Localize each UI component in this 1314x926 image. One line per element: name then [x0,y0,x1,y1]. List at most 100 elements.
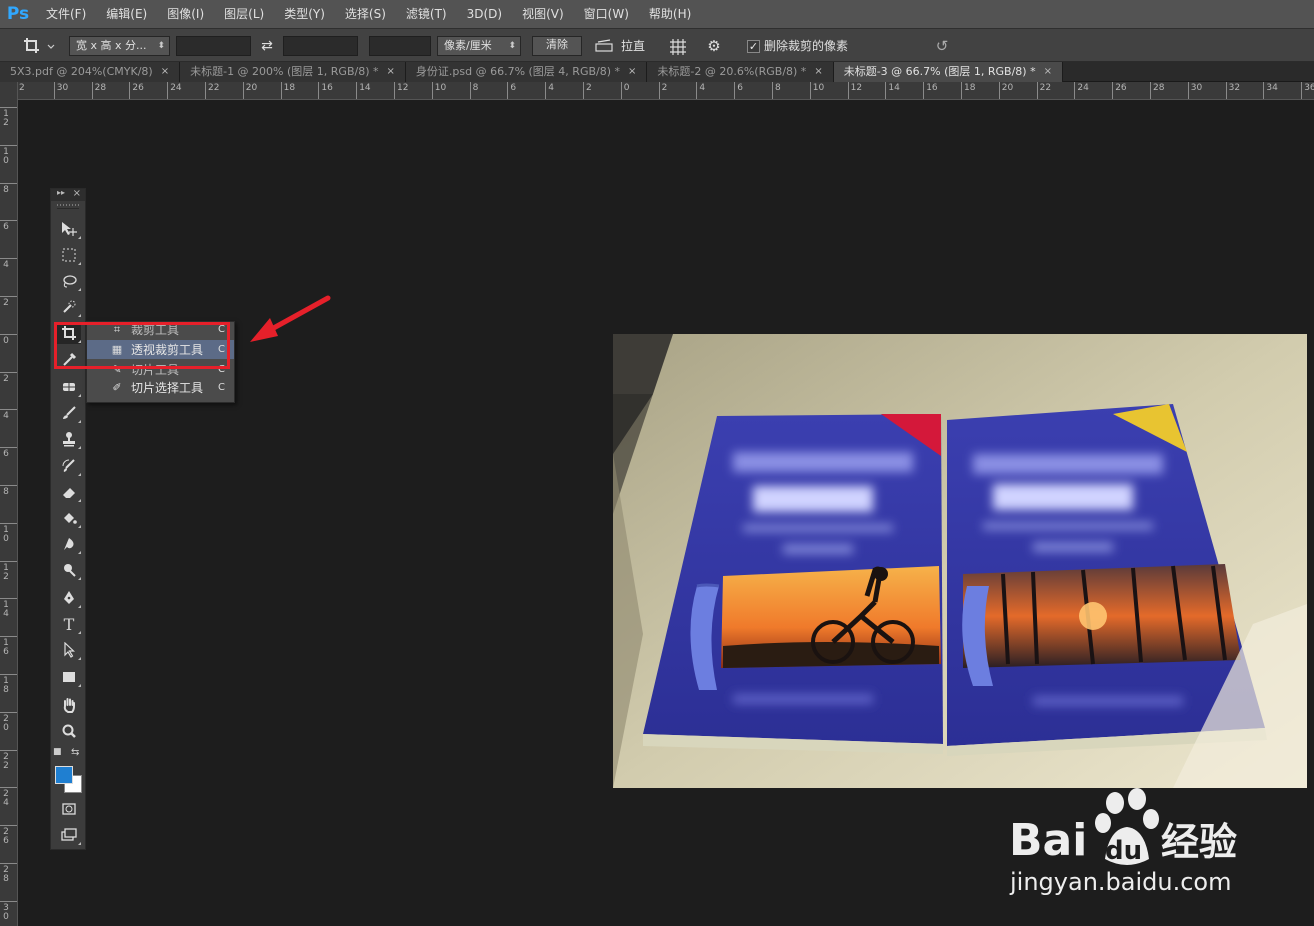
photoshop-logo: Ps [6,4,30,24]
ruler-tick-label: 16 [923,82,938,99]
straighten-icon[interactable] [593,36,615,56]
eraser-tool-icon[interactable] [57,481,81,503]
height-field[interactable] [283,36,358,56]
overlay-grid-icon[interactable] [667,36,689,56]
ruler-tick-label: 6 [507,82,517,99]
menu-file[interactable]: 文件(F) [36,0,96,28]
ruler-tick-label: 24 [167,82,182,99]
tab-5x3-pdf[interactable]: 5X3.pdf @ 204%(CMYK/8) × [0,62,181,82]
tab-untitled-2[interactable]: 未标题-2 @ 20.6%(RGB/8) * × [647,62,834,82]
healing-brush-tool-icon[interactable] [57,376,81,398]
menu-help[interactable]: 帮助(H) [639,0,701,28]
ruler-tick-label: 4 [696,82,706,99]
width-field[interactable] [176,36,251,56]
history-brush-tool-icon[interactable] [57,455,81,477]
flyout-item-slice-select[interactable]: ✐ 切片选择工具 C [87,378,234,397]
ruler-tick-label: 30 [0,900,17,922]
swap-colors-icon[interactable]: ⇆ [71,747,79,758]
menu-3d[interactable]: 3D(D) [457,0,512,28]
ruler-tick-label: 26 [1112,82,1127,99]
ruler-tick-label: 24 [1074,82,1089,99]
hand-tool-icon[interactable] [57,694,81,716]
paint-bucket-tool-icon[interactable] [57,507,81,529]
ruler-tick-label: 12 [0,107,17,128]
aspect-ratio-select[interactable]: 宽 x 高 x 分... [69,36,170,56]
path-selection-tool-icon[interactable] [57,639,81,661]
ruler-tick-label: 6 [734,82,743,99]
dodge-tool-icon[interactable] [57,559,81,581]
quick-mask-icon[interactable] [57,798,81,820]
menu-edit[interactable]: 编辑(E) [96,0,157,28]
clone-stamp-tool-icon[interactable] [57,428,81,450]
tab-label: 5X3.pdf @ 204%(CMYK/8) [10,65,153,78]
ruler-tick-label: 24 [0,787,17,809]
menu-image[interactable]: 图像(I) [157,0,214,28]
ruler-tick-label: 18 [280,82,296,99]
ruler-tick-label: 0 [620,82,630,99]
tab-close-icon[interactable]: × [1044,62,1052,82]
tab-label: 未标题-3 @ 66.7% (图层 1, RGB/8) * [843,65,1036,78]
menu-layer[interactable]: 图层(L) [214,0,274,28]
zoom-tool-icon[interactable] [57,720,81,742]
swap-dimensions-icon[interactable]: ⇄ [257,36,277,56]
tab-untitled-1[interactable]: 未标题-1 @ 200% (图层 1, RGB/8) * × [180,62,406,82]
move-tool-icon[interactable] [57,218,81,240]
tab-close-icon[interactable]: × [628,62,636,82]
options-bar: 宽 x 高 x 分... ⇄ 像素/厘米 清除 拉直 ⚙ ✓ 删除裁剪的像素 ↺ [0,28,1314,62]
horizontal-ruler[interactable]: 2 30 28 26 24 22 20 18 16 14 12 10 8 6 4 2 0 2 4 6 8 10 12 14 16… [18,82,1314,100]
menu-type[interactable]: 类型(Y) [274,0,335,28]
menu-filter[interactable]: 滤镜(T) [396,0,457,28]
settings-gear-icon[interactable]: ⚙ [703,36,725,56]
resolution-field[interactable] [369,36,431,56]
rectangle-tool-icon[interactable] [57,666,81,688]
crop-tool-preset-icon[interactable] [22,36,62,56]
panel-grip[interactable] [57,201,79,209]
ruler-tick-label: 8 [469,82,479,99]
tab-label: 未标题-2 @ 20.6%(RGB/8) * [657,65,807,78]
type-tool-icon[interactable]: T [57,613,81,635]
screen-mode-icon[interactable] [57,824,81,846]
shortcut-key: C [218,382,225,393]
ruler-tick-label: 18 [960,82,976,99]
default-colors-icon[interactable]: ■ [53,747,62,757]
ruler-tick-label: 8 [0,485,17,497]
ruler-tick-label: 28 [1149,82,1165,99]
annotation-highlight-box [54,322,230,369]
marquee-tool-icon[interactable] [57,244,81,266]
foreground-color-swatch[interactable] [55,766,73,784]
collapse-icon[interactable]: ▸▸ [57,188,65,197]
ruler-tick-label: 10 [431,82,447,99]
clear-button[interactable]: 清除 [532,36,582,56]
books-photo [613,334,1307,788]
close-icon[interactable]: × [73,188,81,199]
tab-close-icon[interactable]: × [161,62,169,82]
quick-selection-tool-icon[interactable] [57,296,81,318]
ruler-tick-label: 22 [1036,82,1052,99]
ruler-tick-label: 4 [0,258,17,271]
lasso-tool-icon[interactable] [57,270,81,292]
brush-tool-icon[interactable] [57,402,81,424]
pen-tool-icon[interactable] [57,587,81,609]
blur-tool-icon[interactable] [57,533,81,555]
ruler-tick-label: 20 [242,82,258,99]
menu-view[interactable]: 视图(V) [512,0,574,28]
ruler-tick-label: 28 [0,863,17,884]
resolution-unit-select[interactable]: 像素/厘米 [437,36,521,56]
menu-window[interactable]: 窗口(W) [574,0,639,28]
ruler-tick-label: 16 [318,82,333,99]
delete-pixels-checkbox[interactable]: ✓ [747,40,760,53]
document-image[interactable] [613,334,1307,788]
vertical-ruler[interactable]: 12108642024681012141618202224262830 [0,82,18,926]
menu-select[interactable]: 选择(S) [335,0,396,28]
flyout-item-label: 切片选择工具 [131,381,204,395]
ruler-tick-label: 4 [545,82,554,99]
reset-icon[interactable]: ↺ [932,36,952,56]
tab-close-icon[interactable]: × [387,62,395,82]
tab-untitled-3[interactable]: 未标题-3 @ 66.7% (图层 1, RGB/8) * × [833,62,1063,82]
tools-panel-header[interactable]: ▸▸ × [51,188,85,201]
tab-close-icon[interactable]: × [814,62,822,82]
delete-pixels-label[interactable]: 删除裁剪的像素 [764,36,874,56]
tab-label: 身份证.psd @ 66.7% (图层 4, RGB/8) * [415,65,621,78]
tab-id-card-psd[interactable]: 身份证.psd @ 66.7% (图层 4, RGB/8) * × [405,62,648,82]
straighten-label[interactable]: 拉直 [621,36,651,56]
